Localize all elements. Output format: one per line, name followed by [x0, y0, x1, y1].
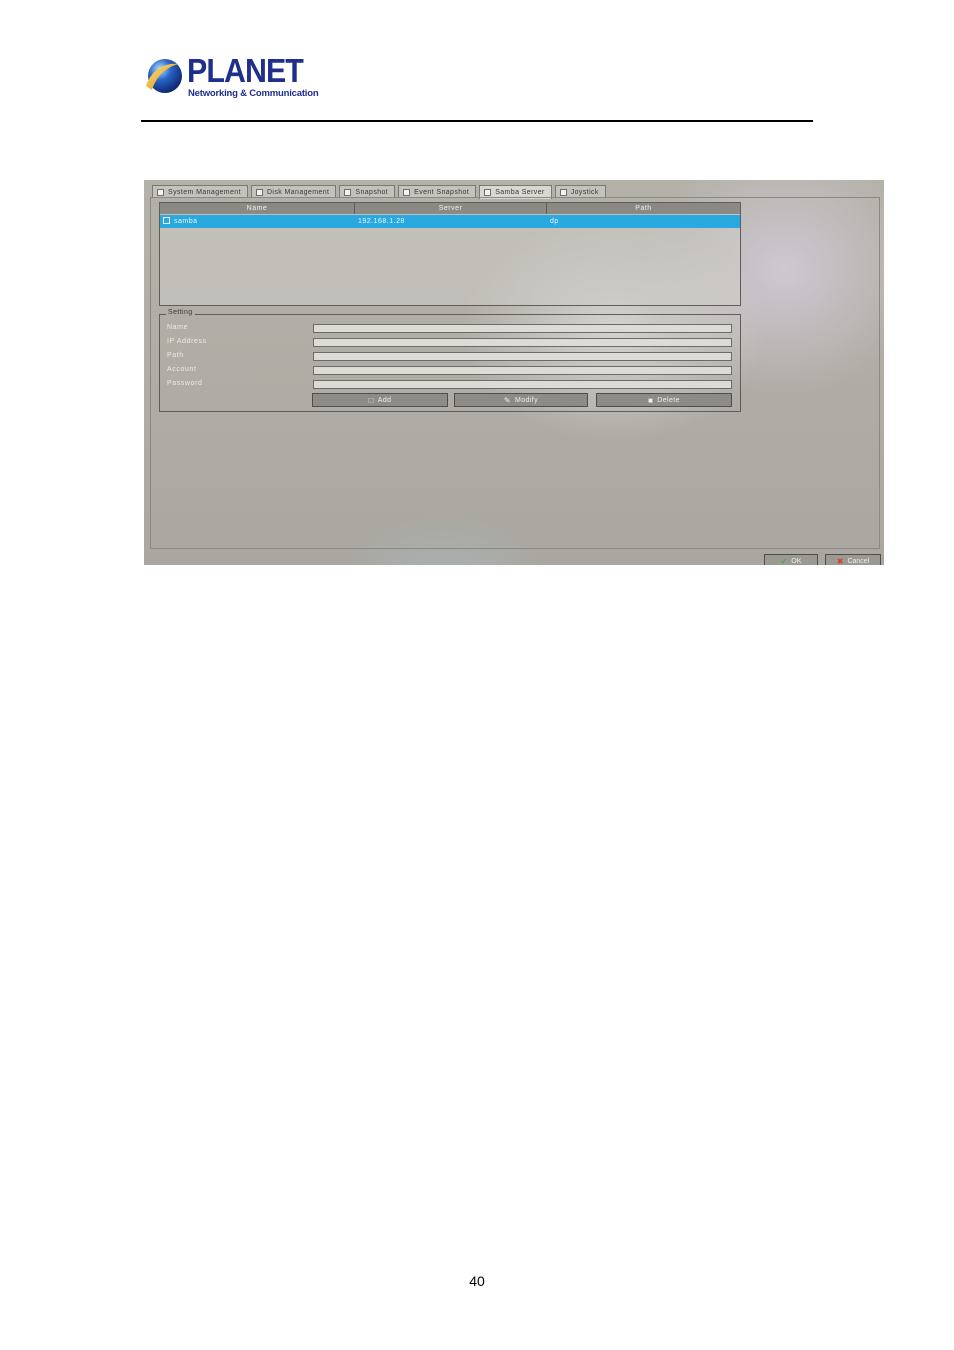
cell-name: samba — [160, 215, 355, 228]
header-divider — [141, 120, 813, 122]
globe-icon — [146, 59, 182, 93]
add-icon: □ — [368, 395, 374, 405]
ip-address-label: IP Address — [167, 338, 207, 345]
ok-button-label: OK — [791, 557, 802, 565]
camera-icon — [344, 188, 352, 196]
check-icon: ✔ — [780, 556, 788, 566]
tab-label: Samba Server — [495, 189, 545, 196]
tab-label: System Management — [168, 188, 241, 196]
ok-button[interactable]: ✔ OK — [764, 554, 818, 565]
path-input[interactable] — [313, 352, 732, 361]
tab-label: Event Snapshot — [414, 188, 470, 196]
samba-server-list: Name Server Path samba 192.168.1.28 dp — [159, 202, 741, 306]
planet-logo: PLANET Networking & Communication — [143, 52, 319, 100]
modify-button[interactable]: ✎ Modify — [454, 393, 588, 407]
path-label: Path — [167, 352, 184, 359]
pencil-icon: ✎ — [503, 395, 512, 405]
delete-button[interactable]: ■ Delete — [596, 393, 732, 407]
table-row[interactable]: samba 192.168.1.28 dp — [160, 215, 740, 228]
cancel-button[interactable]: ✖ Cancel — [825, 554, 881, 565]
logo-tagline: Networking & Communication — [188, 88, 319, 99]
setting-legend: Setting — [166, 309, 195, 316]
modify-button-label: Modify — [515, 396, 539, 404]
cell-path: dp — [550, 218, 559, 225]
column-header-name[interactable]: Name — [160, 203, 355, 214]
account-input[interactable] — [313, 366, 732, 375]
tab-label: Joystick — [570, 188, 599, 196]
name-label: Name — [167, 324, 189, 331]
page-number: 40 — [469, 1273, 485, 1289]
close-icon: ✖ — [836, 556, 844, 566]
logo-wordmark: PLANET — [187, 52, 304, 89]
cancel-button-label: Cancel — [847, 557, 870, 565]
column-header-server[interactable]: Server — [355, 203, 547, 214]
delete-button-label: Delete — [657, 396, 680, 404]
ip-address-input[interactable] — [313, 338, 732, 347]
password-label: Password — [167, 380, 203, 387]
trash-icon: ■ — [648, 395, 654, 405]
add-button[interactable]: □ Add — [312, 393, 448, 407]
list-header: Name Server Path — [160, 203, 740, 215]
tab-label: Snapshot — [355, 188, 389, 196]
server-icon — [484, 189, 492, 196]
event-camera-icon — [403, 188, 411, 196]
tab-label: Disk Management — [266, 188, 330, 196]
column-header-path[interactable]: Path — [547, 203, 740, 214]
setting-group: Setting Name IP Address Path Account Pas… — [159, 309, 741, 412]
add-button-label: Add — [377, 396, 392, 404]
samba-server-screenshot: System Management Disk Management Snapsh… — [144, 180, 884, 565]
cell-name-text: samba — [174, 218, 198, 225]
name-input[interactable] — [313, 324, 732, 333]
joystick-icon — [559, 188, 567, 196]
disk-icon — [255, 188, 263, 196]
cell-server: 192.168.1.28 — [358, 218, 405, 225]
row-checkbox[interactable] — [163, 217, 170, 224]
account-label: Account — [167, 366, 197, 373]
password-input[interactable] — [313, 380, 732, 389]
document-icon — [157, 188, 164, 196]
